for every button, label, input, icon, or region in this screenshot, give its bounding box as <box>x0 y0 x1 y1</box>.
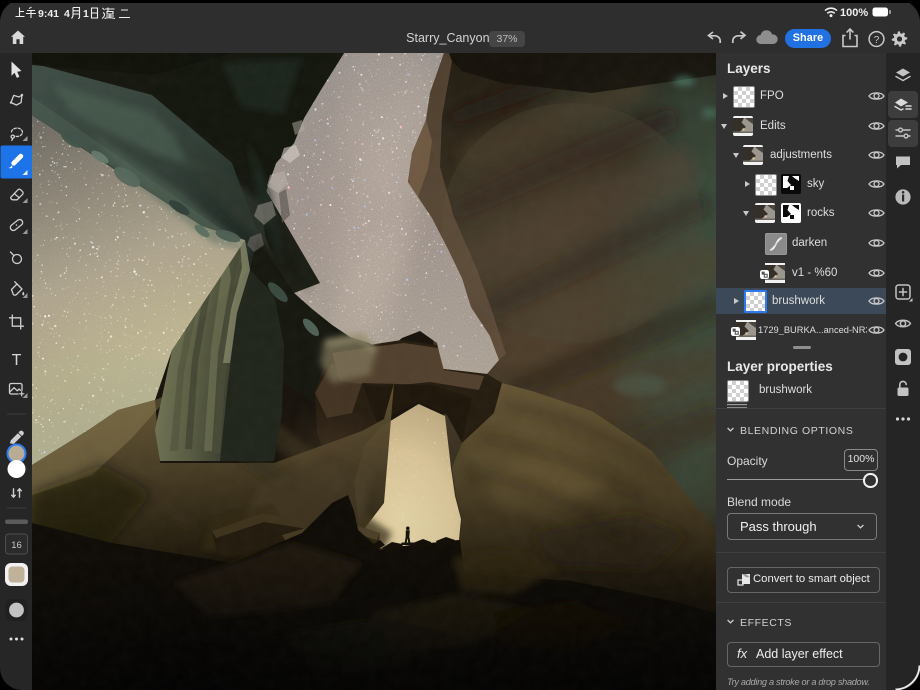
svg-text:1: 1 <box>83 8 89 20</box>
svg-text:100%: 100% <box>840 7 868 19</box>
svg-text:4: 4 <box>64 8 70 20</box>
svg-text:9:41: 9:41 <box>38 8 59 20</box>
svg-text:16: 16 <box>11 540 22 551</box>
svg-text:T: T <box>12 352 22 369</box>
svg-text:?: ? <box>874 35 880 46</box>
